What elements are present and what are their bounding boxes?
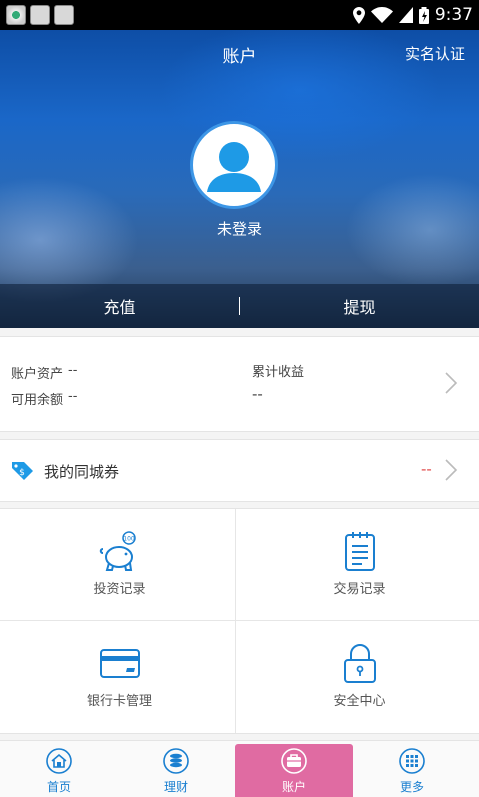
cumulative-income-label: 累计收益 — [252, 365, 305, 380]
withdraw-button[interactable]: 提现 — [240, 294, 479, 318]
transaction-records-label: 交易记录 — [333, 582, 386, 597]
available-balance-value: -- — [68, 389, 78, 404]
bank-card-management-label: 银行卡管理 — [86, 694, 152, 709]
assets-summary[interactable]: 账户资产 -- 可用余额 -- 累计收益 -- — [0, 336, 479, 432]
app-notification-icon — [54, 5, 74, 25]
home-icon — [46, 748, 72, 774]
recharge-button[interactable]: 充值 — [0, 294, 239, 318]
verify-identity-link[interactable]: 实名认证 — [405, 43, 465, 64]
coupon-label: 我的同城券 — [44, 463, 120, 481]
avatar[interactable] — [190, 121, 278, 209]
tab-account[interactable]: 账户 — [235, 744, 353, 797]
notification-icons — [6, 5, 74, 25]
account-header: 账户 实名认证 未登录 充值 提现 — [0, 30, 479, 328]
investment-records-label: 投资记录 — [93, 582, 146, 597]
user-silhouette-icon — [207, 142, 261, 192]
tab-home[interactable]: 首页 — [0, 741, 118, 797]
tab-label: 理财 — [163, 780, 188, 794]
lock-icon — [343, 644, 376, 683]
notepad-icon — [344, 532, 375, 571]
bottom-tab-bar: 首页 理财 账户 更多 — [0, 740, 479, 797]
coupon-count: -- — [421, 460, 432, 478]
tab-more[interactable]: 更多 — [353, 741, 471, 797]
chevron-right-icon — [445, 372, 458, 394]
svg-text:100: 100 — [123, 536, 135, 543]
chevron-right-icon — [445, 459, 458, 481]
grid-icon — [399, 748, 425, 774]
bank-card-icon — [99, 649, 140, 678]
cumulative-income-value: -- — [252, 385, 263, 403]
available-balance-label: 可用余额 — [11, 393, 64, 408]
app-notification-icon — [6, 5, 26, 25]
investment-records-button[interactable]: 100 投资记录 — [0, 509, 239, 621]
security-center-button[interactable]: 安全中心 — [240, 621, 479, 733]
bank-card-management-button[interactable]: 银行卡管理 — [0, 621, 239, 733]
app-notification-icon — [30, 5, 50, 25]
battery-icon — [418, 6, 429, 24]
tab-label: 首页 — [46, 780, 71, 794]
tab-finance[interactable]: 理财 — [117, 741, 235, 797]
total-assets-label: 账户资产 — [11, 367, 64, 382]
fund-actions-bar: 充值 提现 — [0, 284, 479, 328]
wifi-icon — [370, 7, 393, 23]
coupon-tag-icon: $ — [12, 462, 33, 480]
signal-icon — [398, 7, 413, 23]
svg-text:$: $ — [19, 468, 25, 478]
briefcase-icon — [281, 748, 307, 774]
coupon-row[interactable]: $ 我的同城券 -- — [0, 439, 479, 502]
total-assets-value: -- — [68, 363, 78, 378]
coins-icon — [163, 748, 189, 774]
clock: 9:37 — [434, 5, 473, 25]
tab-label: 更多 — [399, 780, 424, 794]
status-bar: 9:37 — [0, 0, 479, 30]
feature-grid: 100 投资记录 交易记录 银行卡管理 安全中心 — [0, 508, 479, 734]
login-status[interactable]: 未登录 — [0, 218, 479, 239]
piggy-bank-icon: 100 — [99, 531, 136, 571]
tab-label: 账户 — [281, 780, 306, 794]
transaction-records-button[interactable]: 交易记录 — [240, 509, 479, 621]
location-icon — [352, 6, 365, 24]
security-center-label: 安全中心 — [333, 694, 386, 709]
